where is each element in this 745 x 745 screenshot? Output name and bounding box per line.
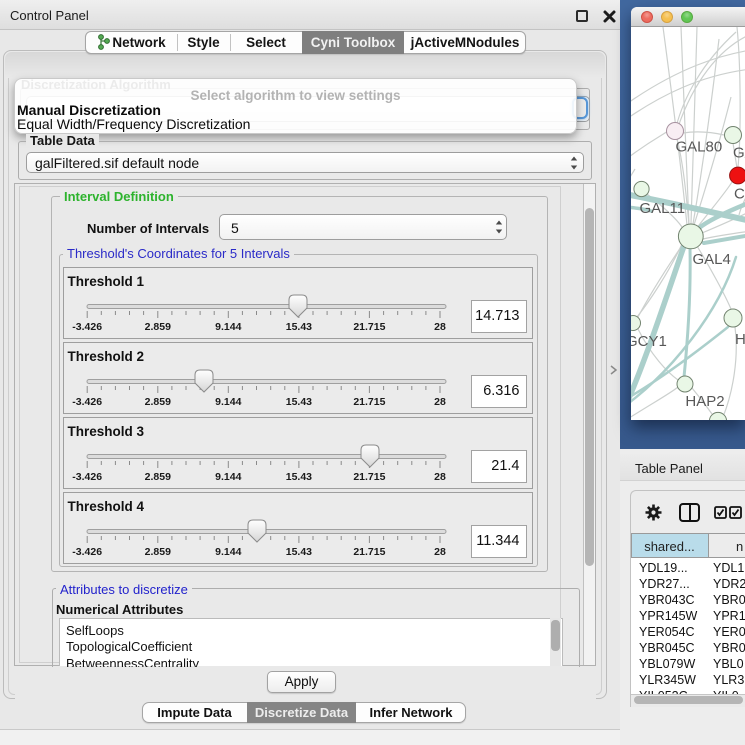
svg-text:GAL4: GAL4	[693, 251, 731, 268]
svg-text:28: 28	[434, 396, 446, 408]
svg-text:28: 28	[434, 546, 446, 558]
svg-text:C: C	[734, 186, 745, 203]
svg-text:28: 28	[434, 471, 446, 483]
svg-text:9.144: 9.144	[215, 396, 241, 408]
svg-text:GCY1: GCY1	[631, 333, 667, 350]
svg-text:15.43: 15.43	[286, 471, 312, 483]
svg-text:21.715: 21.715	[353, 321, 385, 333]
svg-text:H: H	[735, 331, 745, 348]
svg-text:-3.426: -3.426	[72, 546, 102, 558]
svg-text:15.43: 15.43	[286, 321, 312, 333]
svg-text:21.715: 21.715	[353, 471, 385, 483]
svg-text:9.144: 9.144	[215, 471, 241, 483]
svg-text:HAP2: HAP2	[685, 393, 724, 410]
svg-text:GAL80: GAL80	[676, 139, 723, 156]
svg-text:15.43: 15.43	[286, 546, 312, 558]
svg-text:21.715: 21.715	[353, 546, 385, 558]
svg-text:2.859: 2.859	[145, 321, 171, 333]
svg-text:2.859: 2.859	[145, 546, 171, 558]
svg-text:15.43: 15.43	[286, 396, 312, 408]
svg-text:21.715: 21.715	[353, 396, 385, 408]
svg-text:-3.426: -3.426	[72, 396, 102, 408]
svg-text:9.144: 9.144	[215, 321, 241, 333]
svg-text:2.859: 2.859	[145, 396, 171, 408]
svg-text:28: 28	[434, 321, 446, 333]
svg-text:9.144: 9.144	[215, 546, 241, 558]
svg-text:-3.426: -3.426	[72, 471, 102, 483]
svg-text:GA: GA	[733, 145, 745, 162]
svg-text:2.859: 2.859	[145, 471, 171, 483]
svg-text:GAL11: GAL11	[640, 200, 686, 217]
svg-text:-3.426: -3.426	[72, 321, 102, 333]
